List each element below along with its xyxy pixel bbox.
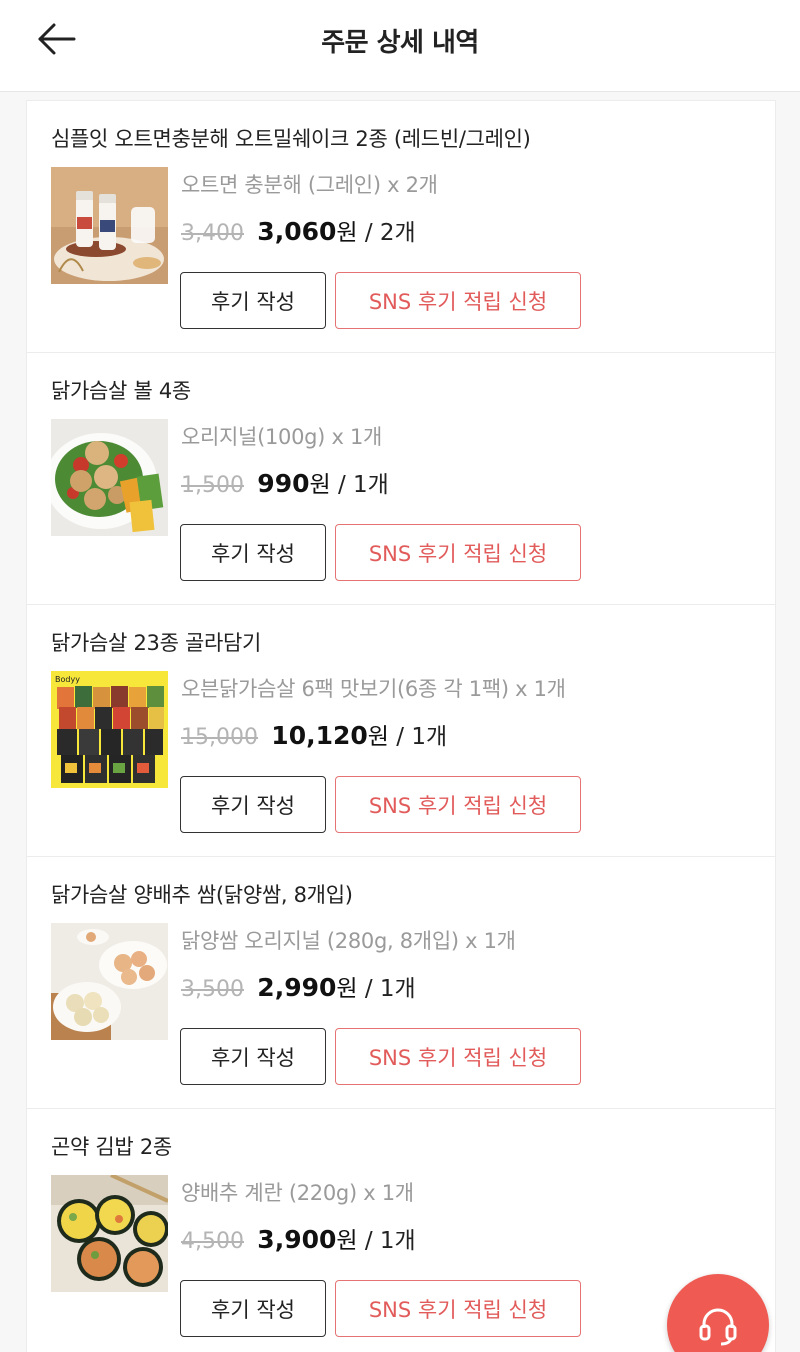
product-option: 오트면 충분해 (그레인) x 2개 (181, 173, 438, 197)
price-line: 15,000 10,120원 / 1개 (181, 717, 447, 751)
original-price: 3,400 (181, 221, 244, 246)
order-item: 닭가슴살 양배추 쌈(닭양쌈, 8개입) 닭양쌈 오리지널 (280g, 8개입… (27, 857, 775, 1109)
product-thumbnail[interactable] (51, 923, 168, 1040)
sns-review-reward-button[interactable]: SNS 후기 적립 신청 (335, 524, 581, 581)
write-review-button[interactable]: 후기 작성 (180, 524, 326, 581)
order-item: 심플잇 오트면충분해 오트밀쉐이크 2종 (레드빈/그레인) 오트면 충분해 (… (27, 101, 775, 353)
product-option: 닭양쌈 오리지널 (280g, 8개입) x 1개 (181, 929, 516, 953)
order-item: 닭가슴살 볼 4종 오리지널(100g) x 1개 1,500 990원 / 1… (27, 353, 775, 605)
sns-review-reward-button[interactable]: SNS 후기 적립 신청 (335, 1280, 581, 1337)
price-line: 3,400 3,060원 / 2개 (181, 213, 416, 247)
quantity: / 1개 (396, 724, 448, 750)
price-line: 3,500 2,990원 / 1개 (181, 969, 416, 1003)
write-review-button[interactable]: 후기 작성 (180, 1280, 326, 1337)
currency-unit: 원 (336, 220, 358, 246)
sale-price: 990 (257, 469, 310, 498)
product-name: 닭가슴살 23종 골라담기 (51, 631, 262, 655)
product-name: 닭가슴살 양배추 쌈(닭양쌈, 8개입) (51, 883, 353, 907)
page-title: 주문 상세 내역 (321, 28, 479, 58)
product-option: 오리지널(100g) x 1개 (181, 425, 383, 449)
currency-unit: 원 (336, 976, 358, 1002)
product-thumbnail[interactable] (51, 1175, 168, 1292)
headset-icon (699, 1308, 737, 1346)
sns-review-reward-button[interactable]: SNS 후기 적립 신청 (335, 272, 581, 329)
product-thumbnail[interactable] (51, 167, 168, 284)
sale-price: 3,060 (257, 217, 337, 246)
quantity: / 1개 (337, 472, 389, 498)
order-item-list: 심플잇 오트면충분해 오트밀쉐이크 2종 (레드빈/그레인) 오트면 충분해 (… (26, 100, 776, 1352)
original-price: 15,000 (181, 725, 258, 750)
app-header: 주문 상세 내역 (0, 0, 800, 92)
write-review-button[interactable]: 후기 작성 (180, 272, 326, 329)
original-price: 1,500 (181, 473, 244, 498)
chicken-pack-set-image: Bodyy (51, 671, 168, 788)
order-item: 닭가슴살 23종 골라담기 Bodyy 오븐닭가슴살 6팩 맛보기(6종 각 1… (27, 605, 775, 857)
sale-price: 3,900 (257, 1225, 337, 1254)
chicken-ball-image (51, 419, 168, 536)
product-thumbnail[interactable]: Bodyy (51, 671, 168, 788)
product-name: 심플잇 오트면충분해 오트밀쉐이크 2종 (레드빈/그레인) (51, 127, 531, 151)
product-name: 닭가슴살 볼 4종 (51, 379, 191, 403)
brand-logo-text: Bodyy (55, 675, 80, 684)
write-review-button[interactable]: 후기 작성 (180, 776, 326, 833)
price-line: 4,500 3,900원 / 1개 (181, 1221, 416, 1255)
sale-price: 10,120 (271, 721, 368, 750)
quantity: / 1개 (364, 1228, 416, 1254)
product-option: 양배추 계란 (220g) x 1개 (181, 1181, 414, 1205)
quantity: / 2개 (364, 220, 416, 246)
price-line: 1,500 990원 / 1개 (181, 465, 389, 499)
product-option: 오븐닭가슴살 6팩 맛보기(6종 각 1팩) x 1개 (181, 677, 566, 701)
original-price: 4,500 (181, 1229, 244, 1254)
currency-unit: 원 (336, 1228, 358, 1254)
cabbage-wrap-image (51, 923, 168, 1040)
sale-price: 2,990 (257, 973, 337, 1002)
order-item: 곤약 김밥 2종 양배추 계란 (220g) x 1개 4,500 3,900원… (27, 1109, 775, 1352)
currency-unit: 원 (367, 724, 389, 750)
original-price: 3,500 (181, 977, 244, 1002)
sns-review-reward-button[interactable]: SNS 후기 적립 신청 (335, 1028, 581, 1085)
product-thumbnail[interactable] (51, 419, 168, 536)
write-review-button[interactable]: 후기 작성 (180, 1028, 326, 1085)
quantity: / 1개 (364, 976, 416, 1002)
oat-shake-image (51, 167, 168, 284)
konjac-kimbap-image (51, 1175, 168, 1292)
product-name: 곤약 김밥 2종 (51, 1135, 172, 1159)
currency-unit: 원 (309, 472, 331, 498)
sns-review-reward-button[interactable]: SNS 후기 적립 신청 (335, 776, 581, 833)
